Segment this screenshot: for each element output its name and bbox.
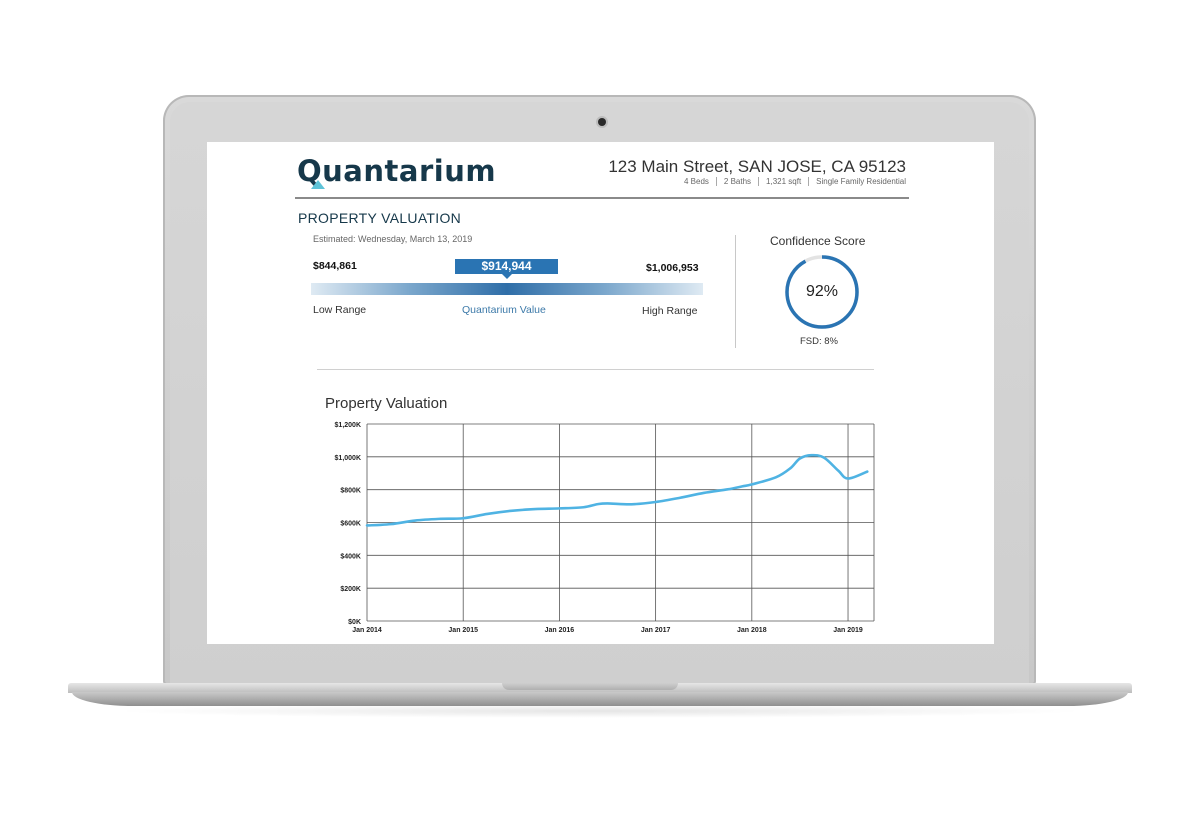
vertical-divider [735,235,736,348]
section-divider [317,369,874,370]
property-address: 123 Main Street, SAN JOSE, CA 95123 [608,157,906,176]
logo-text: Quantarium [297,154,497,188]
series-line [365,453,869,527]
header-divider [295,197,909,199]
estimate-date: Estimated: Wednesday, March 13, 2019 [313,234,473,244]
y-tick-label: $800K [340,488,361,495]
y-tick-label: $400K [340,553,361,560]
quantarium-value-label: Quantarium Value [462,304,546,316]
low-range-value: $844,861 [313,260,357,272]
confidence-score: 92% [805,283,839,300]
low-range-label: Low Range [313,304,367,316]
valuation-line-chart: $0K $200K $400K $600K $800K $1,000K $1,200K Jan… [335,422,875,634]
property-facts: 4 Beds 2 Baths 1,321 sqft Single Family … [677,177,906,186]
report-screen: Quantarium 123 Main Street, SAN JOSE, CA… [207,142,994,644]
high-range-label: High Range [642,305,698,317]
laptop-base-edge [72,692,1128,706]
quantarium-logo: Quantarium [297,154,497,189]
section-title: PROPERTY VALUATION [298,210,462,226]
fsd-value: FSD: 8% [800,336,839,347]
fact-sqft: 1,321 sqft [759,177,810,186]
x-tick-label: Jan 2014 [352,627,382,634]
value-pointer-icon [502,274,512,279]
confidence-title: Confidence Score [770,234,866,248]
value-range-bar [311,283,703,295]
high-range-value: $1,006,953 [646,262,699,274]
fact-beds: 4 Beds [677,177,717,186]
fact-baths: 2 Baths [717,177,760,186]
logo-chevron-icon [311,180,325,189]
y-tick-label: $0K [348,619,361,626]
x-tick-label: Jan 2017 [641,627,671,634]
chart-title: Property Valuation [325,395,448,412]
x-tick-label: Jan 2018 [737,627,767,634]
x-tick-label: Jan 2016 [545,627,575,634]
y-tick-label: $1,000K [335,455,361,462]
fact-type: Single Family Residential [816,177,906,186]
y-tick-label: $1,200K [335,422,361,429]
camera-icon [598,118,606,126]
y-tick-label: $200K [340,586,361,593]
x-tick-label: Jan 2019 [833,627,863,634]
quantarium-value-badge: $914,944 [455,259,558,274]
laptop-notch [502,683,678,690]
y-tick-label: $600K [340,521,361,528]
x-tick-label: Jan 2015 [448,627,478,634]
laptop-shadow [110,704,1090,718]
